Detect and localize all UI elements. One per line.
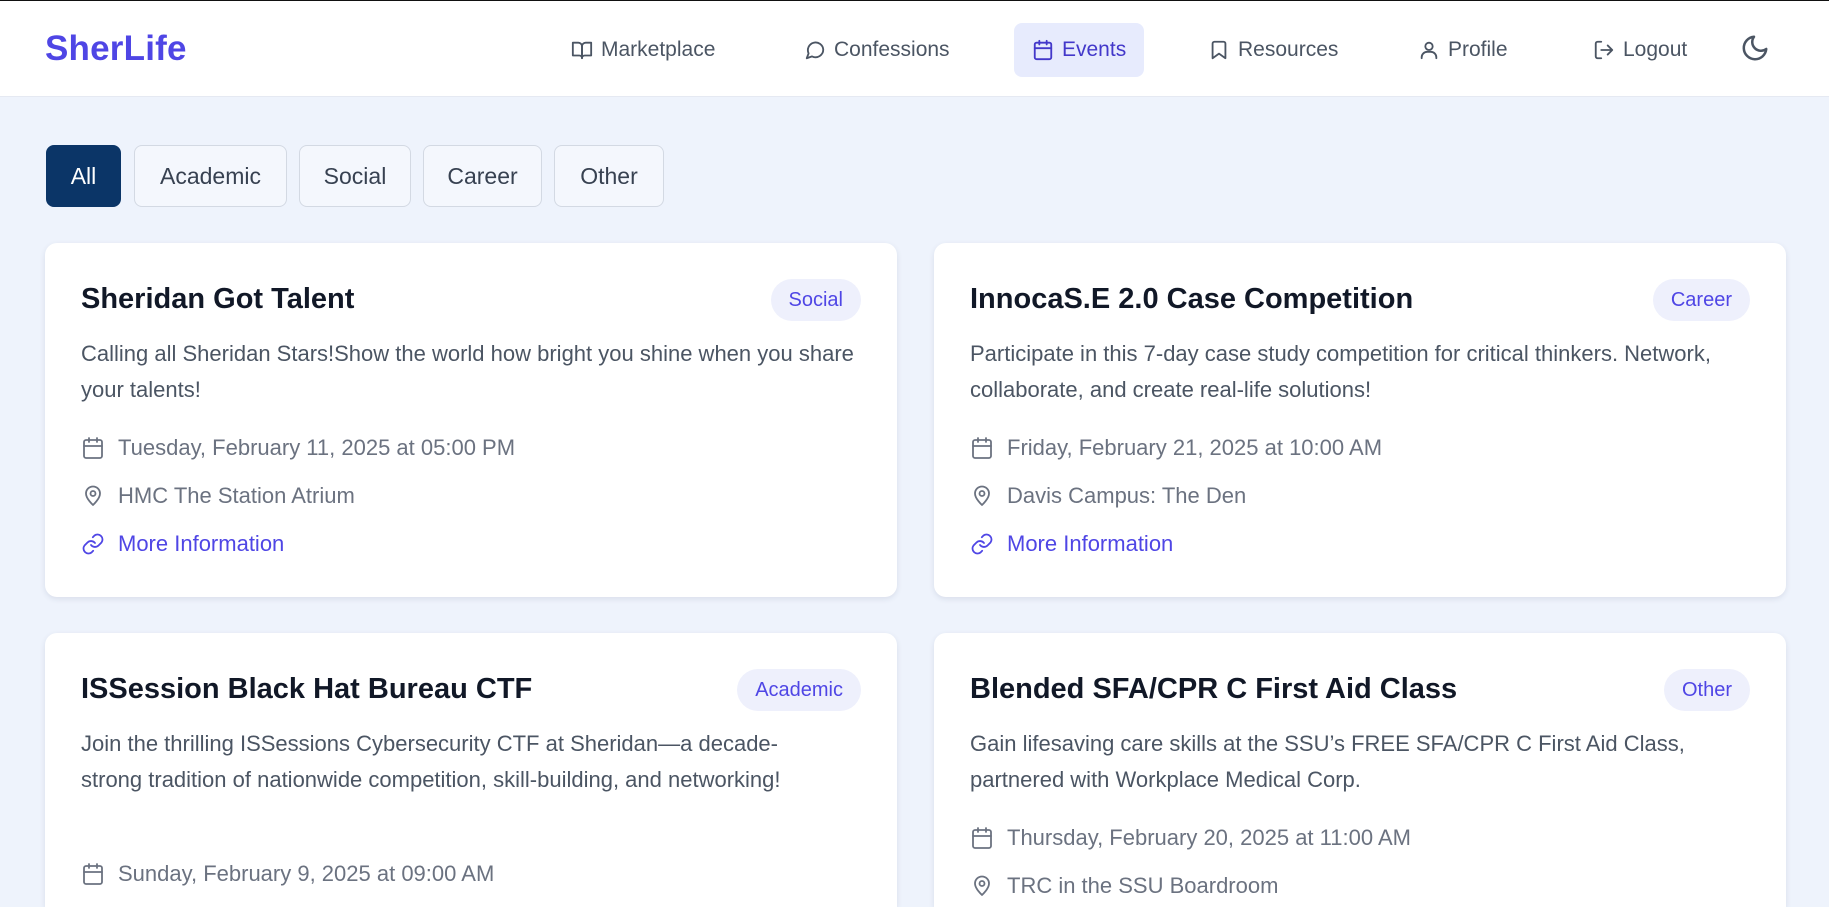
filter-all[interactable]: All: [46, 145, 121, 207]
event-location: HMC The Station Atrium: [81, 481, 355, 511]
more-information-link[interactable]: More Information: [970, 529, 1173, 559]
event-card[interactable]: Sheridan Got Talent Social Calling all S…: [45, 243, 897, 597]
map-pin-icon: [974, 875, 990, 896]
nav-marketplace[interactable]: Marketplace: [553, 23, 733, 77]
event-datetime: Thursday, February 20, 2025 at 11:00 AM: [970, 823, 1411, 853]
event-title: Sheridan Got Talent: [81, 283, 355, 315]
event-card[interactable]: InnocaS.E 2.0 Case Competition Career Pa…: [934, 243, 1786, 597]
nav-profile-label: Profile: [1448, 38, 1508, 61]
filter-career[interactable]: Career: [423, 145, 542, 207]
nav-events[interactable]: Events: [1014, 23, 1145, 77]
link-icon: [82, 533, 104, 555]
event-card[interactable]: ISSession Black Hat Bureau CTF Academic …: [45, 633, 897, 907]
top-navbar: SherLife Marketplace Confessions Events …: [0, 1, 1829, 97]
category-badge: Academic: [737, 669, 861, 711]
link-icon: [971, 533, 993, 555]
nav-events-label: Events: [1062, 38, 1127, 61]
nav-marketplace-label: Marketplace: [601, 38, 716, 61]
event-location: Davis Campus: The Den: [970, 481, 1246, 511]
event-title: InnocaS.E 2.0 Case Competition: [970, 283, 1414, 315]
more-information-link[interactable]: More Information: [81, 529, 284, 559]
map-pin-icon: [85, 485, 101, 506]
moon-icon: [1742, 35, 1768, 61]
chat-bubble-icon: [805, 41, 825, 60]
event-description: Participate in this 7-day case study com…: [970, 341, 1711, 402]
calendar-icon: [83, 437, 103, 459]
event-description: Gain lifesaving care skills at the SSU’s…: [970, 731, 1685, 792]
nav-confessions[interactable]: Confessions: [786, 23, 968, 77]
calendar-icon: [972, 827, 992, 849]
nav-resources[interactable]: Resources: [1190, 23, 1356, 77]
filter-academic[interactable]: Academic: [134, 145, 287, 207]
logout-icon: [1594, 40, 1614, 60]
event-datetime: Sunday, February 9, 2025 at 09:00 AM: [81, 859, 494, 889]
nav-logout[interactable]: Logout: [1575, 23, 1705, 77]
nav-resources-label: Resources: [1238, 38, 1339, 61]
book-open-icon: [571, 41, 593, 60]
bookmark-icon: [1211, 40, 1227, 60]
calendar-icon: [83, 863, 103, 885]
category-badge: Other: [1663, 669, 1750, 711]
map-pin-icon: [974, 485, 990, 506]
event-title: ISSession Black Hat Bureau CTF: [81, 673, 533, 705]
event-location: TRC in the SSU Boardroom: [970, 871, 1278, 901]
filter-social[interactable]: Social: [299, 145, 411, 207]
calendar-icon: [972, 437, 992, 459]
filter-other[interactable]: Other: [554, 145, 664, 207]
nav-confessions-label: Confessions: [834, 38, 950, 61]
event-datetime: Tuesday, February 11, 2025 at 05:00 PM: [81, 433, 515, 463]
nav-logout-label: Logout: [1623, 38, 1688, 61]
theme-toggle-button[interactable]: [1740, 33, 1772, 65]
calendar-icon: [1033, 39, 1053, 61]
event-description: Join the thrilling ISSessions Cybersecur…: [81, 731, 781, 792]
brand-logo[interactable]: SherLife: [45, 29, 187, 69]
category-badge: Social: [770, 279, 861, 321]
event-datetime: Friday, February 21, 2025 at 10:00 AM: [970, 433, 1382, 463]
event-title: Blended SFA/CPR C First Aid Class: [970, 673, 1458, 705]
category-badge: Career: [1652, 279, 1750, 321]
event-description: Calling all Sheridan Stars!Show the worl…: [81, 341, 854, 402]
nav-profile[interactable]: Profile: [1400, 23, 1526, 77]
event-card[interactable]: Blended SFA/CPR C First Aid Class Other …: [934, 633, 1786, 907]
user-icon: [1420, 41, 1438, 60]
